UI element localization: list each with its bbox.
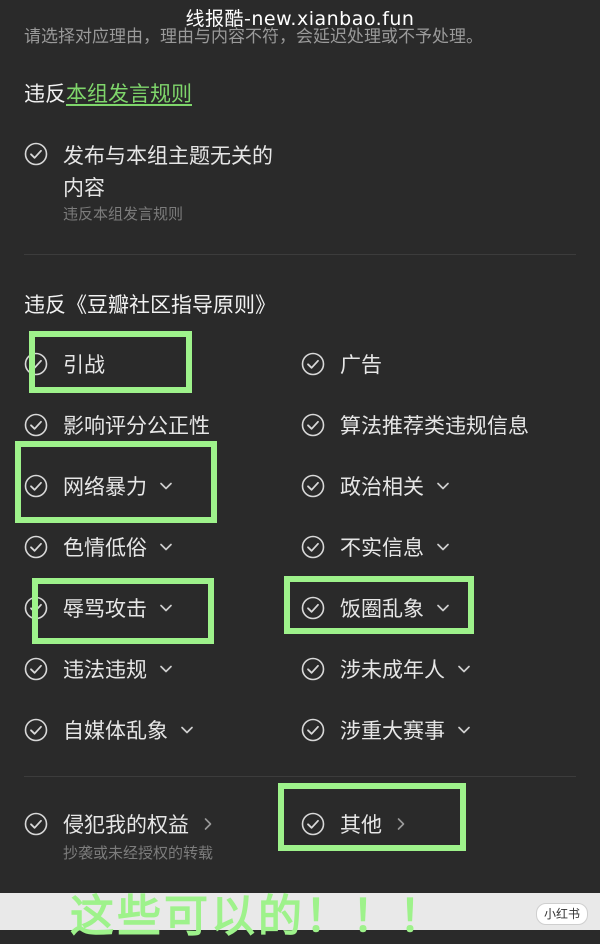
- option-offtopic-line2[interactable]: 内容: [63, 172, 105, 202]
- highlight-box: [32, 578, 214, 644]
- option-offtopic-sub: 违反本组发言规则: [63, 205, 184, 223]
- divider: [24, 254, 576, 255]
- divider: [24, 776, 576, 777]
- section-rules-title: 违反本组发言规则: [24, 78, 192, 108]
- option-algorithm[interactable]: 算法推荐类违规信息: [301, 405, 529, 445]
- highlight-box: [29, 331, 192, 393]
- option-label: 政治相关: [340, 475, 424, 499]
- highlight-box: [15, 441, 217, 523]
- chevron-down-icon[interactable]: [457, 662, 471, 676]
- check-circle-icon[interactable]: [24, 718, 48, 742]
- option-label: 色情低俗: [63, 536, 147, 560]
- chevron-down-icon[interactable]: [457, 723, 471, 737]
- chevron-right-icon[interactable]: [201, 817, 215, 831]
- option-vulgar[interactable]: 色情低俗: [24, 527, 173, 567]
- option-label: 违法违规: [63, 658, 147, 682]
- option-rights-infringement[interactable]: 侵犯我的权益: [24, 804, 215, 844]
- xiaohongshu-logo: 小红书: [535, 903, 588, 925]
- instruction-text: 请选择对应理由，理由与内容不符，会延迟处理或不予处理。: [24, 27, 483, 47]
- check-circle-icon[interactable]: [301, 718, 325, 742]
- check-circle-icon[interactable]: [24, 142, 48, 166]
- check-circle-icon[interactable]: [301, 352, 325, 376]
- option-label: 涉重大赛事: [340, 719, 445, 743]
- chevron-down-icon[interactable]: [436, 540, 450, 554]
- group-rules-link[interactable]: 本组发言规则: [66, 82, 192, 106]
- option-minors[interactable]: 涉未成年人: [301, 649, 471, 689]
- highlight-box: [278, 783, 466, 851]
- check-circle-icon[interactable]: [301, 535, 325, 559]
- option-illegal[interactable]: 违法违规: [24, 649, 173, 689]
- option-label: 影响评分公正性: [63, 414, 210, 438]
- section-rules-prefix: 违反: [24, 82, 66, 106]
- highlight-box: [284, 576, 474, 634]
- check-circle-icon[interactable]: [24, 812, 48, 836]
- option-rating-fairness[interactable]: 影响评分公正性: [24, 405, 210, 445]
- option-label: 算法推荐类违规信息: [340, 414, 529, 438]
- option-offtopic-line1[interactable]: 发布与本组主题无关的: [63, 140, 273, 170]
- chevron-down-icon[interactable]: [436, 479, 450, 493]
- option-label: 不实信息: [340, 536, 424, 560]
- option-label: 侵犯我的权益: [63, 813, 189, 837]
- option-major-events[interactable]: 涉重大赛事: [301, 710, 471, 750]
- option-politics[interactable]: 政治相关: [301, 466, 450, 506]
- check-circle-icon[interactable]: [301, 474, 325, 498]
- option-label: 涉未成年人: [340, 658, 445, 682]
- option-label: 广告: [340, 353, 382, 377]
- section-guidelines-title: 违反《豆瓣社区指导原则》: [24, 293, 276, 317]
- option-ads[interactable]: 广告: [301, 344, 382, 384]
- check-circle-icon[interactable]: [24, 657, 48, 681]
- option-label: 自媒体乱象: [63, 719, 168, 743]
- chevron-down-icon[interactable]: [180, 723, 194, 737]
- check-circle-icon[interactable]: [24, 413, 48, 437]
- check-circle-icon[interactable]: [24, 535, 48, 559]
- chevron-down-icon[interactable]: [159, 662, 173, 676]
- chevron-down-icon[interactable]: [159, 540, 173, 554]
- check-circle-icon[interactable]: [301, 657, 325, 681]
- option-self-media[interactable]: 自媒体乱象: [24, 710, 194, 750]
- option-rights-sub: 抄袭或未经授权的转载: [63, 844, 214, 862]
- caption-text: 这些可以的！！！: [70, 891, 446, 942]
- option-false-info[interactable]: 不实信息: [301, 527, 450, 567]
- check-circle-icon[interactable]: [301, 413, 325, 437]
